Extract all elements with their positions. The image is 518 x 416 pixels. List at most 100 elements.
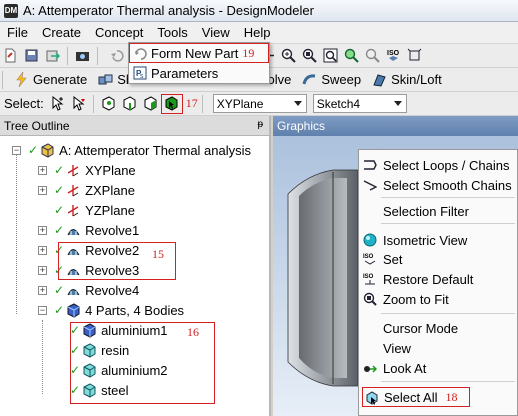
tree-item-parts[interactable]: − ✓ 4 Parts, 4 Bodies bbox=[34, 300, 184, 320]
plane-icon bbox=[65, 162, 81, 178]
ctx-label: Select Loops / Chains bbox=[383, 157, 510, 173]
svg-text:s: s bbox=[140, 73, 144, 80]
screenshot-camera-icon[interactable] bbox=[74, 47, 91, 64]
tree-item-yzplane[interactable]: ✓ YZPlane bbox=[54, 200, 135, 220]
body-filter-button[interactable] bbox=[160, 93, 183, 114]
revolve-icon bbox=[65, 282, 81, 298]
tree-item-revolve4[interactable]: + ✓ Revolve4 bbox=[34, 280, 139, 300]
svg-text:ISO: ISO bbox=[363, 254, 374, 260]
select-loops-item[interactable]: Select Loops / Chains bbox=[359, 155, 517, 175]
menu-tools[interactable]: Tools bbox=[150, 25, 194, 40]
select-new-icon[interactable] bbox=[49, 95, 66, 112]
set-item[interactable]: ISO Set bbox=[359, 249, 517, 269]
zoom-fit-icon[interactable] bbox=[343, 47, 360, 64]
tree-root[interactable]: − ✓ A: Attemperator Thermal analysis bbox=[8, 140, 251, 160]
menu-file[interactable]: File bbox=[0, 25, 35, 40]
tree-connector bbox=[16, 154, 17, 314]
menu-create[interactable]: Create bbox=[35, 25, 88, 40]
tree-item-zxplane[interactable]: + ✓ ZXPlane bbox=[34, 180, 135, 200]
select-all-item[interactable]: Select All 18 bbox=[362, 387, 470, 407]
selection-filter-item[interactable]: Selection Filter bbox=[359, 201, 517, 221]
face-filter-icon[interactable] bbox=[142, 95, 159, 112]
plane-combo-value: XYPlane bbox=[216, 96, 264, 111]
menu-separator bbox=[381, 381, 515, 382]
parameters-item[interactable]: Ps Parameters bbox=[129, 63, 269, 83]
title-bar: DM A: Attemperator Thermal analysis - De… bbox=[0, 0, 518, 22]
ctx-label: Selection Filter bbox=[383, 203, 469, 219]
annotation-19: 19 bbox=[242, 45, 255, 60]
designmodeler-app-icon: DM bbox=[4, 3, 18, 18]
menu-help[interactable]: Help bbox=[237, 25, 278, 40]
point-filter-icon[interactable] bbox=[100, 95, 117, 112]
edge-filter-icon[interactable] bbox=[121, 95, 138, 112]
select-mode-icon[interactable] bbox=[70, 95, 87, 112]
look-at-item[interactable]: Look At bbox=[359, 358, 517, 378]
select-chains-icon bbox=[363, 178, 378, 192]
skin-loft-label: Skin/Loft bbox=[391, 72, 442, 87]
save-icon[interactable] bbox=[23, 47, 40, 64]
ctx-label: Set bbox=[383, 251, 403, 267]
tree-item-label: Revolve1 bbox=[85, 222, 140, 238]
selection-toolbar: Select: 17 XYPlane Sketch4 bbox=[0, 92, 518, 116]
ctx-label: Zoom to Fit bbox=[383, 291, 449, 307]
tree-outline-panel: Tree Outline ᵽ − ✓ A: Attemperator Therm… bbox=[0, 116, 271, 416]
chevron-down-icon bbox=[293, 101, 302, 106]
toolbar-separator bbox=[97, 46, 98, 65]
zoom-in-icon[interactable] bbox=[280, 47, 297, 64]
expand-icon[interactable]: + bbox=[38, 246, 47, 255]
zoom-fit-icon bbox=[363, 292, 377, 306]
restore-default-icon: ISO bbox=[363, 272, 377, 286]
plane-combo[interactable]: XYPlane bbox=[212, 94, 307, 113]
lightning-icon bbox=[13, 71, 30, 88]
menu-separator bbox=[381, 223, 515, 224]
magnifier-icon[interactable] bbox=[364, 47, 381, 64]
generate-button[interactable]: Generate bbox=[7, 70, 91, 90]
form-new-part-icon bbox=[134, 47, 148, 61]
expand-icon[interactable]: + bbox=[38, 166, 47, 175]
parts-icon bbox=[65, 302, 81, 318]
cursor-mode-item[interactable]: Cursor Mode bbox=[359, 318, 517, 338]
skin-loft-button[interactable]: Skin/Loft bbox=[365, 70, 446, 90]
menu-view[interactable]: View bbox=[195, 25, 237, 40]
view-item[interactable]: View bbox=[359, 338, 517, 358]
toolbar-separator bbox=[67, 46, 68, 65]
menu-concept[interactable]: Concept bbox=[88, 25, 150, 40]
sweep-button[interactable]: Sweep bbox=[295, 70, 365, 90]
look-at-icon bbox=[363, 361, 378, 375]
new-file-icon[interactable] bbox=[2, 47, 19, 64]
isometric-view-item[interactable]: Isometric View bbox=[359, 230, 517, 250]
zoom-region-icon[interactable] bbox=[322, 47, 339, 64]
sweep-icon bbox=[301, 71, 318, 88]
restore-default-item[interactable]: ISO Restore Default bbox=[359, 269, 517, 289]
select-smooth-chains-item[interactable]: Select Smooth Chains bbox=[359, 175, 517, 195]
zoom-box-icon[interactable] bbox=[301, 47, 318, 64]
share-topology-icon bbox=[97, 71, 114, 88]
check-icon: ✓ bbox=[54, 203, 65, 217]
expand-icon[interactable]: + bbox=[38, 286, 47, 295]
ctx-label: Isometric View bbox=[383, 232, 468, 248]
ctx-label: Cursor Mode bbox=[383, 320, 459, 336]
toolbar-separator bbox=[92, 94, 94, 113]
ctx-label: Look At bbox=[383, 360, 427, 376]
expand-icon[interactable]: + bbox=[38, 266, 47, 275]
select-all-icon bbox=[365, 391, 379, 405]
check-icon: ✓ bbox=[54, 303, 65, 317]
annotation-17: 17 bbox=[185, 96, 198, 110]
tree-item-revolve1[interactable]: + ✓ Revolve1 bbox=[34, 220, 139, 240]
undo-icon[interactable] bbox=[108, 47, 125, 64]
zoom-to-fit-item[interactable]: Zoom to Fit bbox=[359, 289, 517, 309]
form-new-part-item[interactable]: Form New Part 19 bbox=[129, 43, 269, 63]
select-loops-icon bbox=[363, 158, 377, 172]
pin-icon[interactable]: ᵽ bbox=[257, 119, 263, 130]
sketch-combo[interactable]: Sketch4 bbox=[312, 94, 407, 113]
expand-icon[interactable]: + bbox=[38, 186, 47, 195]
tools-dropdown-menu: Form New Part 19 Ps Parameters bbox=[128, 42, 270, 84]
iso-view-icon[interactable]: ISO bbox=[385, 47, 402, 64]
collapse-icon[interactable]: − bbox=[38, 306, 47, 315]
expand-icon[interactable]: + bbox=[38, 226, 47, 235]
wireframe-view-icon[interactable] bbox=[406, 47, 423, 64]
collapse-icon[interactable]: − bbox=[12, 146, 21, 155]
graphics-title: Graphics bbox=[277, 119, 326, 133]
export-icon[interactable] bbox=[44, 47, 61, 64]
tree-item-xyplane[interactable]: + ✓ XYPlane bbox=[34, 160, 136, 180]
